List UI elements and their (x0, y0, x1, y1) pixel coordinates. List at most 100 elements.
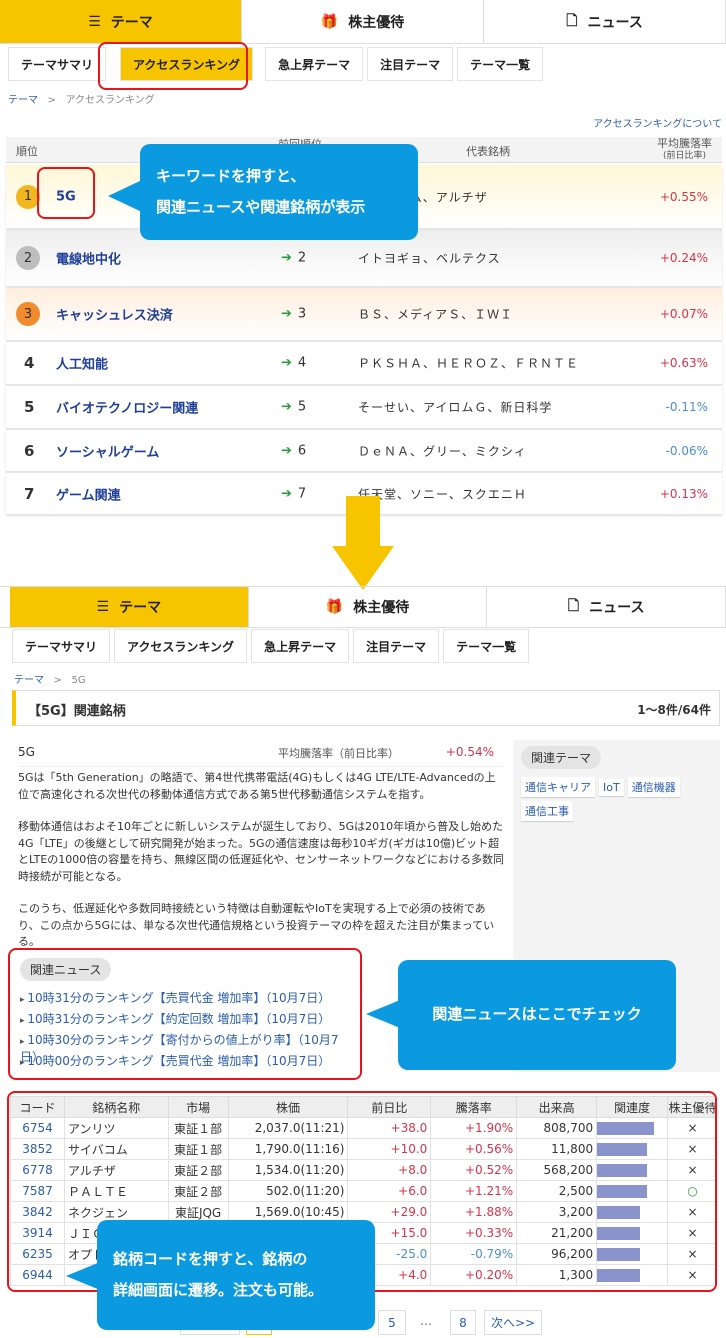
market: 東証２部 (167, 1159, 229, 1181)
subtab-rising[interactable]: 急上昇テーマ (265, 47, 364, 81)
breadcrumb-theme[interactable]: テーマ (8, 95, 38, 106)
volume: 21,200 (516, 1222, 598, 1244)
tab-news[interactable]: 🗋 ニュース (484, 0, 726, 43)
related-theme-tag[interactable]: 通信機器 (627, 777, 680, 797)
stock-row: 6778 アルチザ 東証２部 1,534.0(11:20) +8.0 +0.52% 568,… (10, 1159, 715, 1181)
stock-code-link[interactable]: 3852 (10, 1138, 65, 1160)
column-header: 出来高 (516, 1096, 598, 1118)
callout-code: 銘柄コードを押すと、銘柄の 詳細画面に遷移。注文も可能。 (97, 1220, 375, 1330)
news-link[interactable]: 10時31分のランキング【売買代金 増加率】（10月7日） (20, 989, 350, 1010)
related-theme-tag[interactable]: 通信工事 (521, 801, 573, 821)
page-8[interactable]: 8 (450, 1310, 476, 1335)
representative-stocks: ＢＳ、メディアＳ、ＩＷＩ (358, 307, 514, 322)
subtab-rising-2[interactable]: 急上昇テーマ (251, 629, 350, 663)
theme-link[interactable]: 電線地中化 (56, 249, 121, 268)
change: +10.0 (347, 1138, 432, 1160)
relevance (596, 1201, 669, 1223)
theme-description: 5Gは「5th Generation」の略語で、第4世代携帯電話(4G)もしくは… (18, 771, 504, 948)
stock-code-link[interactable]: 6778 (10, 1159, 65, 1181)
breadcrumb-current: アクセスランキング (65, 95, 155, 106)
price: 2,037.0(11:21) (227, 1117, 349, 1139)
stock-code-link[interactable]: 7587 (10, 1180, 65, 1202)
breadcrumb-2: テーマ > 5G (14, 671, 86, 686)
page-5[interactable]: 5 (378, 1310, 406, 1335)
relevance-bar (597, 1121, 655, 1135)
subtab-list-2[interactable]: テーマ一覧 (443, 629, 530, 663)
price: 502.0(11:20) (227, 1180, 349, 1202)
stock-code-link[interactable]: 6235 (10, 1243, 65, 1265)
header-rate: 平均騰落率 (前日比率) (657, 137, 712, 161)
market: 東証１部 (167, 1138, 229, 1160)
rank-number: 5 (24, 398, 35, 416)
related-news-box: 関連ニュース 10時31分のランキング【売買代金 増加率】（10月7日） 10時… (8, 948, 362, 1080)
relevance-bar (597, 1268, 641, 1282)
subtab-featured-2[interactable]: 注目テーマ (353, 629, 440, 663)
breadcrumb-current-2: 5G (71, 675, 86, 686)
prev-rank: ➔ 4 (281, 355, 307, 371)
callout-pointer (108, 180, 142, 212)
yutai-mark: × (667, 1117, 715, 1139)
header-stocks: 代表銘柄 (466, 145, 510, 158)
theme-link[interactable]: 人工知能 (56, 354, 108, 373)
subtab-access-ranking-2[interactable]: アクセスランキング (114, 629, 248, 663)
avg-rate: +0.07% (659, 307, 708, 321)
avg-rate: +0.63% (659, 356, 708, 370)
relevance-bar (597, 1184, 648, 1198)
theme-link[interactable]: ゲーム関連 (56, 484, 121, 503)
theme-link[interactable]: バイオテクノロジー関連 (56, 398, 198, 417)
volume: 568,200 (516, 1159, 598, 1181)
tab-news-2[interactable]: 🗋 ニュース (487, 587, 726, 627)
stock-name: アルチザ (63, 1159, 169, 1181)
subtab-list[interactable]: テーマ一覧 (457, 47, 544, 81)
callout-pointer (66, 1262, 100, 1290)
prev-rank: ➔ 6 (281, 443, 307, 458)
stock-code-link[interactable]: 3914 (10, 1222, 65, 1244)
relevance (596, 1117, 669, 1139)
prev-rank: ➔ 7 (281, 486, 307, 501)
theme-link[interactable]: ソーシャルゲーム (56, 441, 159, 460)
change: +6.0 (347, 1180, 432, 1202)
news-link[interactable]: 10時31分のランキング【約定回数 増加率】（10月7日） (20, 1010, 350, 1031)
stock-code-link[interactable]: 6754 (10, 1117, 65, 1139)
column-header: コード (10, 1096, 65, 1118)
yutai-mark: × (667, 1243, 715, 1265)
news-link[interactable]: 10時00分のランキング【売買代金 増加率】（10月7日） (20, 1052, 350, 1073)
about-ranking-link[interactable]: アクセスランキングについて (593, 115, 722, 130)
change-rate: +1.21% (430, 1180, 518, 1202)
theme-link[interactable]: キャッシュレス決済 (56, 305, 173, 324)
tab-theme[interactable]: ☰ テーマ (0, 0, 242, 43)
yutai-mark: ○ (667, 1180, 715, 1202)
related-theme-tag[interactable]: IoT (599, 779, 624, 796)
tab-theme-2[interactable]: ☰ テーマ (10, 587, 249, 627)
column-header: 前日比 (347, 1096, 432, 1118)
column-header: 株主優待 (667, 1096, 715, 1118)
prev-rank: ➔ 2 (281, 250, 307, 266)
avg-rate: +0.24% (659, 251, 708, 265)
relevance (596, 1243, 669, 1265)
subtab-summary[interactable]: テーマサマリ (8, 47, 107, 81)
ranking-row: 4 人工知能 ➔ 4 ＰＫＳＨＡ、ＨＥＲＯＺ、ＦＲＮＴＥ +0.63% (6, 342, 722, 385)
tab-yutai[interactable]: 🎁 株主優待 (242, 0, 484, 43)
yutai-mark: × (667, 1159, 715, 1181)
callout-news: 関連ニュースはここでチェック (398, 960, 676, 1070)
down-arrow-head (332, 546, 394, 590)
rank-number: 7 (24, 484, 35, 503)
subtab-summary-2[interactable]: テーマサマリ (12, 629, 111, 663)
subtab-featured[interactable]: 注目テーマ (367, 47, 454, 81)
volume: 808,700 (516, 1117, 598, 1139)
next-page-button[interactable]: 次へ>> (484, 1310, 542, 1335)
change-rate: +0.33% (430, 1222, 518, 1244)
stock-code-link[interactable]: 6944 (10, 1264, 65, 1286)
news-link[interactable]: 10時30分のランキング【寄付からの値上がり率】（10月7日） (20, 1031, 350, 1064)
column-header: 騰落率 (430, 1096, 518, 1118)
representative-stocks: ＰＫＳＨＡ、ＨＥＲＯＺ、ＦＲＮＴＥ (358, 356, 580, 371)
page-ellipsis: … (420, 1314, 432, 1328)
related-theme-tag[interactable]: 通信キャリア (521, 777, 595, 797)
highlight-5g (37, 167, 95, 219)
stock-code-link[interactable]: 3842 (10, 1201, 65, 1223)
column-header: 銘柄名称 (63, 1096, 169, 1118)
tab-yutai-2[interactable]: 🎁 株主優待 (249, 587, 488, 627)
breadcrumb-theme-2[interactable]: テーマ (14, 675, 44, 686)
list-icon: ☰ (88, 13, 101, 30)
avg-rate: -0.06% (665, 443, 708, 458)
